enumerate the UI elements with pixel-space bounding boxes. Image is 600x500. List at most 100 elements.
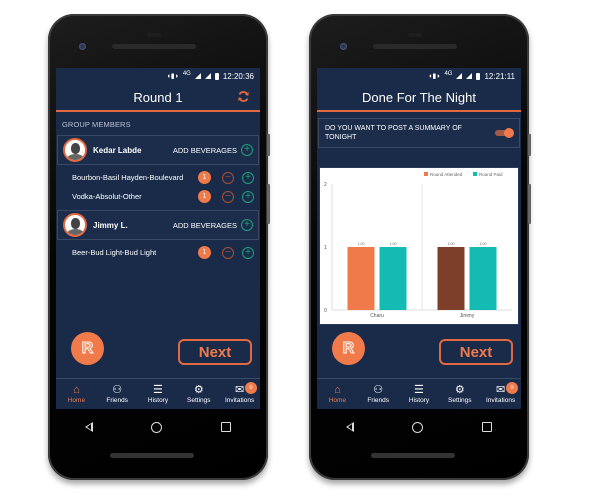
nav-invitations[interactable]: ✉ Invitations 0 xyxy=(480,379,521,409)
y-tick-label: 0 xyxy=(324,308,327,314)
history-list-icon: ☰ xyxy=(153,384,163,396)
member-row: Jimmy L. ADD BEVERAGES + xyxy=(57,210,259,240)
status-bar: ◖▮◗ 4G 12:21:11 xyxy=(317,68,521,84)
bar-round-attended xyxy=(347,247,375,310)
post-summary-question: DO YOU WANT TO POST A SUMMARY OF TONIGHT xyxy=(325,125,462,141)
r-logo-fab[interactable]: R xyxy=(332,332,365,365)
page-title: Round 1 xyxy=(133,89,183,105)
nav-label: Friends xyxy=(367,397,390,404)
system-nav-bar xyxy=(56,410,260,444)
nav-label: Friends xyxy=(106,397,129,404)
member-name: Jimmy L. xyxy=(93,220,128,230)
beverage-count-badge: 1 xyxy=(198,246,211,259)
network-type: 4G xyxy=(444,71,453,77)
next-button[interactable]: Next xyxy=(439,339,513,365)
bar-round-paid xyxy=(379,247,407,310)
earpiece-speaker xyxy=(112,44,196,49)
nav-label: Invitations xyxy=(485,397,516,404)
phone-right: ◖▮◗ 4G 12:21:11 Done For The Night DO YO… xyxy=(309,14,531,480)
gear-icon: ⚙ xyxy=(454,384,465,396)
data-label: 1.00 xyxy=(390,242,397,246)
status-bar: ◖▮◗ 4G 12:20:36 xyxy=(56,68,260,84)
beverage-count-badge: 1 xyxy=(198,190,211,203)
home-icon: ⌂ xyxy=(334,384,341,396)
r-logo-fab[interactable]: R xyxy=(71,332,104,365)
plus-icon[interactable]: + xyxy=(241,144,253,156)
refresh-icon[interactable] xyxy=(237,90,250,103)
nav-label: Settings xyxy=(448,397,472,404)
plus-icon[interactable]: + xyxy=(242,246,254,259)
nav-friends[interactable]: ⚇ Friends xyxy=(97,379,138,409)
bottom-nav: ⌂ Home ⚇ Friends ☰ History ⚙ Settings ✉ … xyxy=(56,378,260,409)
minus-icon[interactable]: − xyxy=(222,246,234,259)
member-name: Kedar Labde xyxy=(93,145,142,155)
volume-button xyxy=(528,134,531,156)
next-button[interactable]: Next xyxy=(178,339,252,365)
front-camera xyxy=(340,43,347,50)
screen-done: ◖▮◗ 4G 12:21:11 Done For The Night DO YO… xyxy=(317,68,521,409)
legend-label: Round Attended xyxy=(430,172,463,177)
bar-round-attended xyxy=(437,247,465,310)
bottom-speaker xyxy=(110,453,194,458)
post-summary-row: DO YOU WANT TO POST A SUMMARY OF TONIGHT xyxy=(318,118,520,148)
plus-icon[interactable]: + xyxy=(242,190,254,203)
gear-icon: ⚙ xyxy=(193,384,204,396)
member-row: Kedar Labde ADD BEVERAGES + xyxy=(57,135,259,165)
recent-apps-icon[interactable] xyxy=(481,422,492,432)
add-beverages-button[interactable]: ADD BEVERAGES xyxy=(173,221,237,230)
page-title: Done For The Night xyxy=(362,89,476,105)
invitations-icon: ✉ xyxy=(495,384,506,396)
nav-history[interactable]: ☰ History xyxy=(138,379,179,409)
home-circle-icon[interactable] xyxy=(412,421,424,433)
beverage-count-badge: 1 xyxy=(198,171,211,184)
home-icon: ⌂ xyxy=(73,384,80,396)
nav-invitations[interactable]: ✉ Invitations 0 xyxy=(219,379,260,409)
title-bar: Round 1 xyxy=(56,84,260,112)
front-camera xyxy=(79,43,86,50)
back-icon[interactable] xyxy=(85,422,94,432)
y-tick-label: 2 xyxy=(324,182,327,188)
nav-label: Home xyxy=(328,397,347,404)
nav-home[interactable]: ⌂ Home xyxy=(317,379,358,409)
post-summary-toggle[interactable] xyxy=(493,128,514,138)
home-circle-icon[interactable] xyxy=(151,421,163,433)
beverage-item: Bourbon-Basil Hayden-Boulevard 1 − + xyxy=(56,168,260,187)
screen-round: ◖▮◗ 4G 12:20:36 Round 1 GROUP MEMBERS Ke… xyxy=(56,68,260,409)
summary-chart: 0 1 2 1.00 1.00 Charu 1.00 1.00 Jimmy Round Atten… xyxy=(319,167,519,325)
nav-friends[interactable]: ⚇ Friends xyxy=(358,379,399,409)
beverage-name: Bourbon-Basil Hayden-Boulevard xyxy=(72,173,184,182)
invitations-badge: 0 xyxy=(244,382,257,394)
recent-apps-icon[interactable] xyxy=(220,422,231,432)
nav-label: Home xyxy=(67,397,86,404)
vibrate-icon: ◖▮◗ xyxy=(428,73,441,80)
add-beverages-button[interactable]: ADD BEVERAGES xyxy=(173,146,237,155)
nav-settings[interactable]: ⚙ Settings xyxy=(439,379,480,409)
data-label: 1.00 xyxy=(480,242,487,246)
phone-left: ◖▮◗ 4G 12:20:36 Round 1 GROUP MEMBERS Ke… xyxy=(48,14,270,480)
proximity-sensor xyxy=(147,33,161,37)
avatar xyxy=(63,213,87,237)
signal-icon xyxy=(466,73,473,79)
signal-icon xyxy=(204,73,211,79)
nav-history[interactable]: ☰ History xyxy=(399,379,440,409)
minus-icon[interactable]: − xyxy=(222,171,234,184)
nav-label: History xyxy=(147,397,169,404)
data-label: 1.00 xyxy=(358,242,365,246)
plus-icon[interactable]: + xyxy=(241,219,253,231)
nav-home[interactable]: ⌂ Home xyxy=(56,379,97,409)
plus-icon[interactable]: + xyxy=(242,171,254,184)
avatar xyxy=(63,138,87,162)
network-type: 4G xyxy=(182,71,191,77)
invitations-badge: 0 xyxy=(505,382,518,394)
minus-icon[interactable]: − xyxy=(222,190,234,203)
clock: 12:20:36 xyxy=(222,71,254,81)
beverage-item: Vodka-Absolut-Other 1 − + xyxy=(56,187,260,206)
back-icon[interactable] xyxy=(346,422,355,432)
volume-button xyxy=(267,134,270,156)
beverage-item: Beer-Bud Light-Bud Light 1 − + xyxy=(56,243,260,262)
legend-swatch xyxy=(424,172,428,176)
history-list-icon: ☰ xyxy=(414,384,424,396)
x-tick-label: Jimmy xyxy=(460,313,475,319)
nav-settings[interactable]: ⚙ Settings xyxy=(178,379,219,409)
power-button xyxy=(528,184,531,224)
